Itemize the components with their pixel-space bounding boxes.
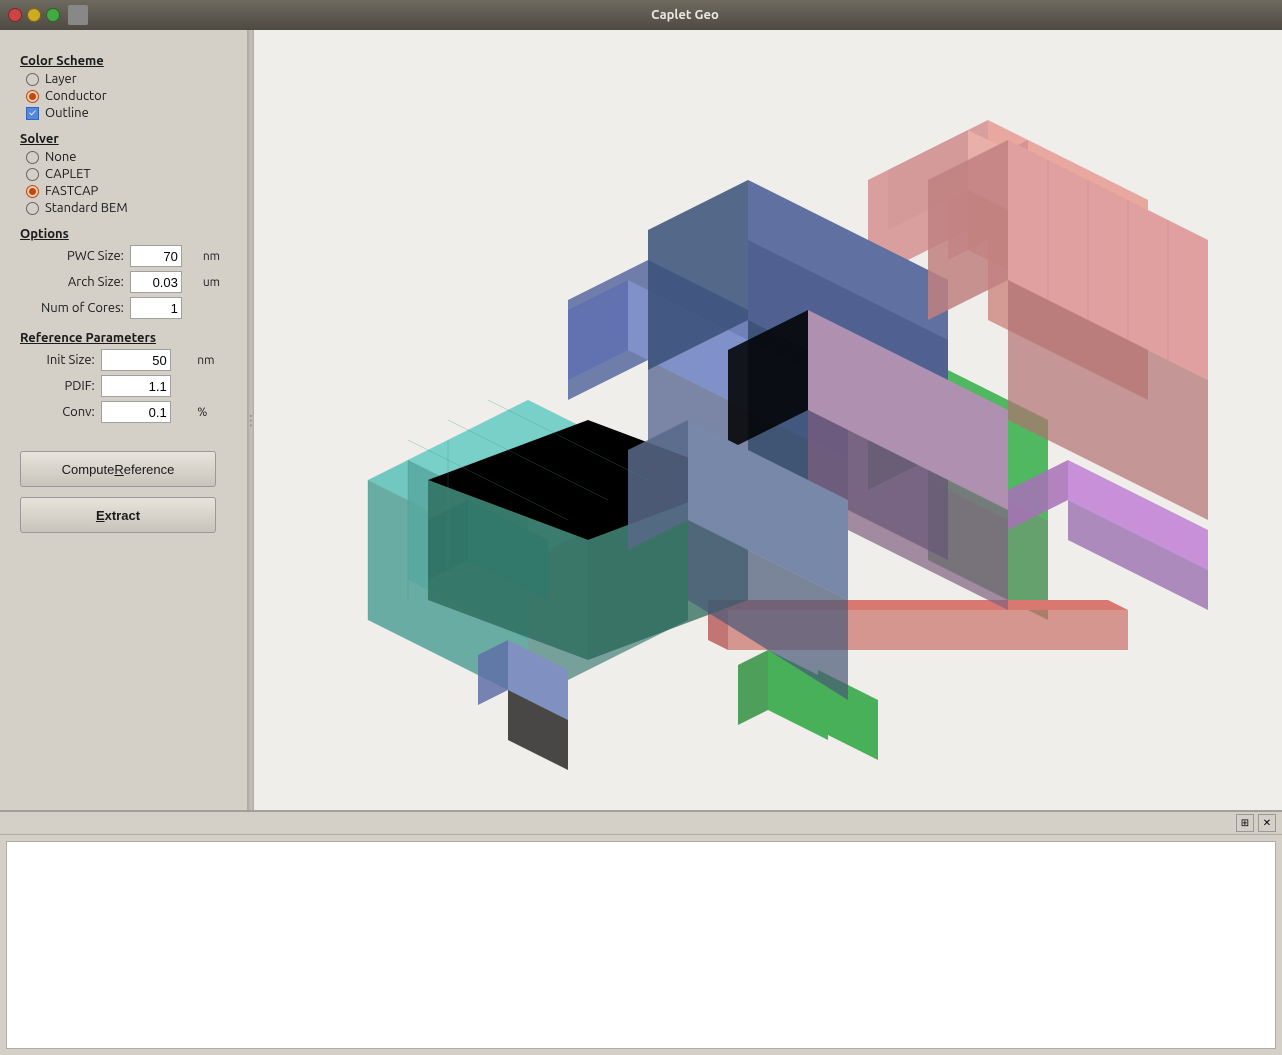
solver-section: Solver None CAPLET FASTCAP	[20, 132, 235, 223]
caplet-label: CAPLET	[45, 167, 91, 181]
num-cores-label: Num of Cores:	[26, 301, 124, 315]
none-label: None	[45, 150, 77, 164]
close-button[interactable]	[8, 8, 22, 22]
compute-reference-button[interactable]: Compute Reference	[20, 451, 216, 487]
reference-parameters-section: Reference Parameters Init Size: nm PDIF:…	[20, 331, 235, 431]
ref-params-title: Reference Parameters	[20, 331, 235, 345]
color-scheme-conductor[interactable]: Conductor	[26, 89, 235, 103]
color-scheme-options: Layer Conductor Outline	[26, 72, 235, 120]
solver-caplet[interactable]: CAPLET	[26, 167, 235, 181]
sidebar: Color Scheme Layer Conductor Outline	[0, 30, 248, 810]
main-window: Color Scheme Layer Conductor Outline	[0, 30, 1282, 1055]
solver-none[interactable]: None	[26, 150, 235, 164]
conv-unit: %	[197, 406, 235, 419]
init-size-label: Init Size:	[26, 353, 95, 367]
arch-size-input[interactable]	[130, 271, 182, 293]
options-fields: PWC Size: nm Arch Size: um Num of Cores:	[26, 245, 235, 319]
radio-none[interactable]	[26, 151, 39, 164]
app-icon	[68, 5, 88, 25]
solver-title: Solver	[20, 132, 235, 146]
radio-fastcap[interactable]	[26, 185, 39, 198]
options-title: Options	[20, 227, 235, 241]
bottom-content-area	[6, 841, 1276, 1049]
color-scheme-layer[interactable]: Layer	[26, 72, 235, 86]
init-size-input[interactable]	[101, 349, 171, 371]
bottom-toolbar: ⊞ ✕	[0, 812, 1282, 835]
extract-button[interactable]: Extract	[20, 497, 216, 533]
radio-caplet[interactable]	[26, 168, 39, 181]
pdif-label: PDIF:	[26, 379, 95, 393]
maximize-button[interactable]	[46, 8, 60, 22]
radio-conductor[interactable]	[26, 90, 39, 103]
close-bottom-icon[interactable]: ✕	[1258, 814, 1276, 832]
3d-viewport: .iso-face-top { fill-opacity: 1; } .iso-…	[254, 30, 1282, 810]
fastcap-label: FASTCAP	[45, 184, 98, 198]
bottom-panel: ⊞ ✕	[0, 810, 1282, 1055]
outline-label: Outline	[45, 106, 89, 120]
arch-size-label: Arch Size:	[26, 275, 124, 289]
minimize-button[interactable]	[27, 8, 41, 22]
solver-fastcap[interactable]: FASTCAP	[26, 184, 235, 198]
pwc-size-input[interactable]	[130, 245, 182, 267]
options-section: Options PWC Size: nm Arch Size: um Num o…	[20, 227, 235, 327]
layer-label: Layer	[45, 72, 77, 86]
num-cores-input[interactable]	[130, 297, 182, 319]
top-area: Color Scheme Layer Conductor Outline	[0, 30, 1282, 810]
button-area: Compute Reference Extract	[20, 451, 235, 533]
solver-standard-bem[interactable]: Standard BEM	[26, 201, 235, 215]
solver-options: None CAPLET FASTCAP Standard BEM	[26, 150, 235, 215]
ref-fields: Init Size: nm PDIF: Conv: %	[26, 349, 235, 423]
pwc-size-unit: nm	[203, 250, 235, 263]
checkbox-outline[interactable]	[26, 107, 39, 120]
color-scheme-outline[interactable]: Outline	[26, 106, 235, 120]
3d-svg: .iso-face-top { fill-opacity: 1; } .iso-…	[308, 60, 1228, 780]
init-size-unit: nm	[197, 354, 235, 367]
color-scheme-title: Color Scheme	[20, 54, 235, 68]
pdif-input[interactable]	[101, 375, 171, 397]
radio-layer[interactable]	[26, 73, 39, 86]
window-title: Caplet Geo	[96, 8, 1274, 22]
color-scheme-section: Color Scheme Layer Conductor Outline	[20, 54, 235, 128]
title-bar: Caplet Geo	[0, 0, 1282, 30]
conv-input[interactable]	[101, 401, 171, 423]
window-controls[interactable]	[8, 8, 60, 22]
conductor-label: Conductor	[45, 89, 107, 103]
expand-icon[interactable]: ⊞	[1236, 814, 1254, 832]
conv-label: Conv:	[26, 405, 95, 419]
arch-size-unit: um	[203, 276, 235, 289]
canvas-area: .iso-face-top { fill-opacity: 1; } .iso-…	[254, 30, 1282, 810]
standard-bem-label: Standard BEM	[45, 201, 128, 215]
pwc-size-label: PWC Size:	[26, 249, 124, 263]
radio-standard-bem[interactable]	[26, 202, 39, 215]
